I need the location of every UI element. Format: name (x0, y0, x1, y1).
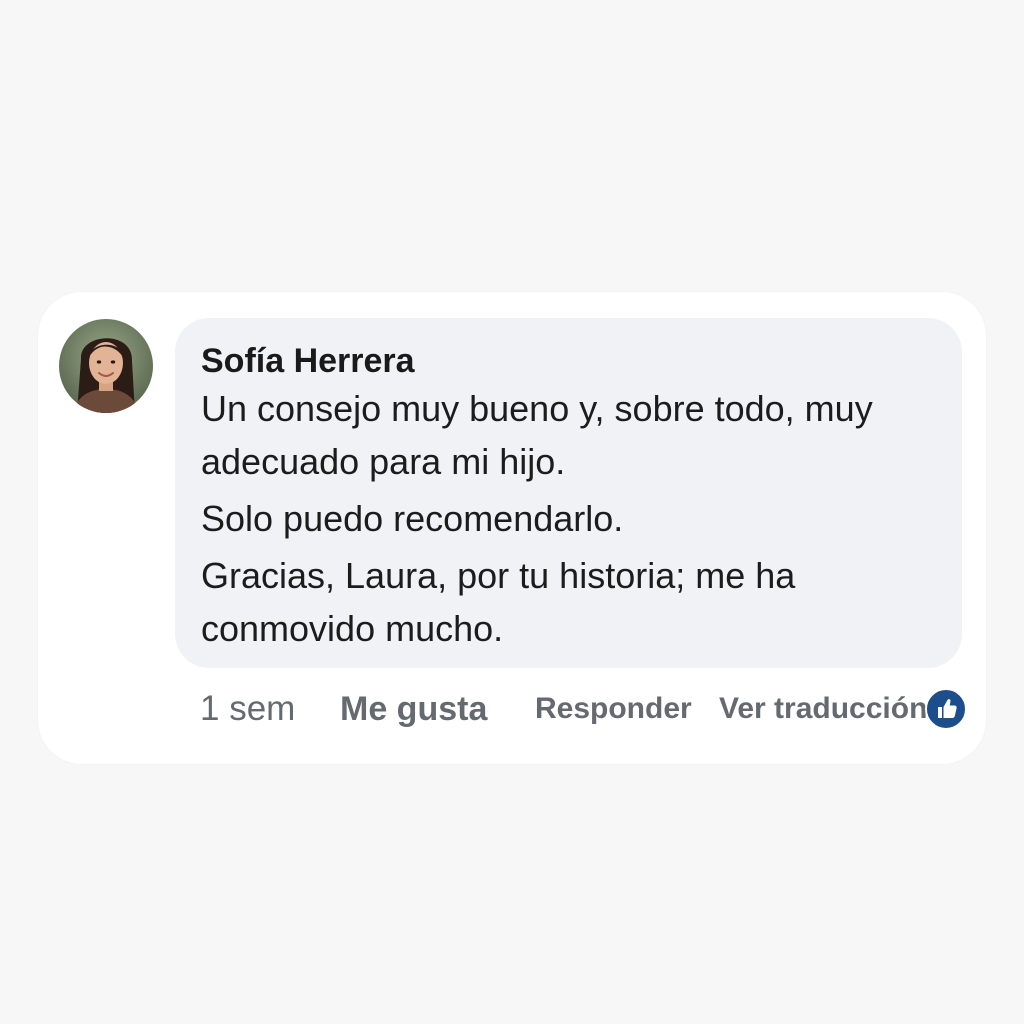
comment-author[interactable]: Sofía Herrera (201, 340, 936, 382)
thumbs-up-icon[interactable] (925, 688, 967, 730)
reply-button[interactable]: Responder (535, 684, 692, 734)
translate-button[interactable]: Ver traducción (719, 684, 927, 734)
comment-paragraph: Un consejo muy bueno y, sobre todo, muy … (201, 388, 873, 482)
comment-timestamp[interactable]: 1 sem (200, 684, 295, 734)
comment-actions: 1 sem Me gusta Responder Ver traducción (200, 684, 970, 734)
comment-paragraph: Solo puedo recomendarlo. (201, 498, 624, 539)
avatar[interactable] (59, 319, 153, 413)
comment-paragraph: Gracias, Laura, por tu historia; me ha c… (201, 555, 796, 649)
avatar-photo (59, 319, 153, 413)
page: Sofía Herrera Un consejo muy bueno y, so… (0, 0, 1024, 1024)
like-button[interactable]: Me gusta (340, 684, 487, 734)
comment-bubble: Sofía Herrera Un consejo muy bueno y, so… (175, 318, 962, 668)
